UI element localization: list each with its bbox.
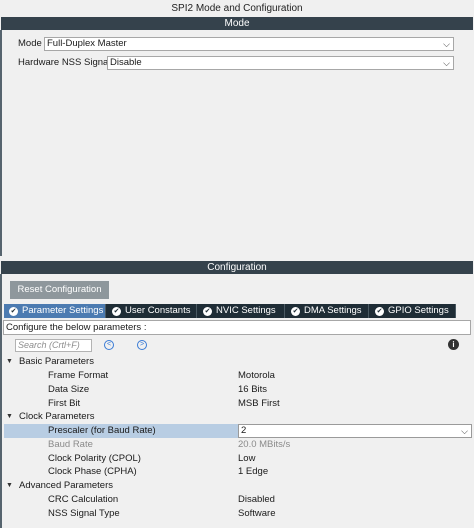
expand-caret-icon: ▼ [6, 413, 13, 420]
tab-label: GPIO Settings [388, 305, 449, 316]
mode-label: Mode [18, 38, 42, 49]
mode-select[interactable]: Full-Duplex Master ⌵ [44, 37, 454, 51]
param-name: Clock Polarity (CPOL) [48, 453, 141, 464]
param-row-clock-polarity[interactable]: Clock Polarity (CPOL) Low [4, 452, 470, 466]
group-name: Clock Parameters [19, 411, 95, 422]
reset-configuration-button[interactable]: Reset Configuration [10, 281, 109, 299]
param-row-nss-signal-type[interactable]: NSS Signal Type Software [4, 507, 470, 521]
configuration-panel-border [0, 274, 2, 528]
param-row-data-size[interactable]: Data Size 16 Bits [4, 383, 470, 397]
param-row-frame-format[interactable]: Frame Format Motorola [4, 369, 470, 383]
param-value: MSB First [238, 398, 280, 409]
check-icon: ✔ [375, 307, 384, 316]
info-icon[interactable]: i [448, 339, 459, 350]
param-name: Prescaler (for Baud Rate) [48, 425, 156, 436]
param-row-clock-phase[interactable]: Clock Phase (CPHA) 1 Edge [4, 465, 470, 479]
param-name: Clock Phase (CPHA) [48, 466, 137, 477]
nss-select[interactable]: Disable ⌵ [107, 56, 454, 70]
param-value: Motorola [238, 370, 275, 381]
param-value: 2 [241, 425, 247, 436]
tab-label: DMA Settings [304, 305, 362, 316]
prescaler-select[interactable]: 2 ⌵ [238, 424, 472, 438]
tab-user-constants[interactable]: ✔ User Constants [107, 304, 197, 318]
param-row-baud-rate: Baud Rate 20.0 MBits/s [4, 438, 470, 452]
chevron-down-icon: ⌵ [443, 58, 450, 68]
param-name: Data Size [48, 384, 90, 395]
tab-label: Parameter Settings [22, 305, 104, 316]
check-icon: ✔ [291, 307, 300, 316]
check-icon: ✔ [203, 307, 212, 316]
chevron-down-icon: ⌵ [443, 39, 450, 49]
group-name: Advanced Parameters [19, 480, 113, 491]
expand-caret-icon: ▼ [6, 358, 13, 365]
param-name: First Bit [48, 398, 81, 409]
param-row-crc-calculation[interactable]: CRC Calculation Disabled [4, 493, 470, 507]
collapse-all-icon[interactable]: > [137, 340, 147, 350]
param-name: Frame Format [48, 370, 109, 381]
nss-select-value: Disable [110, 57, 142, 68]
configure-text: Configure the below parameters : [3, 320, 471, 335]
param-name: CRC Calculation [48, 494, 119, 505]
check-icon: ✔ [9, 307, 18, 316]
param-name: NSS Signal Type [48, 508, 120, 519]
check-icon: ✔ [112, 307, 121, 316]
window-title: SPI2 Mode and Configuration [171, 3, 303, 14]
param-value: Low [238, 453, 256, 464]
param-row-prescaler[interactable]: Prescaler (for Baud Rate) 2 ⌵ [4, 424, 472, 438]
tab-nvic-settings[interactable]: ✔ NVIC Settings [198, 304, 285, 318]
param-value: Disabled [238, 494, 275, 505]
nss-label: Hardware NSS Signal [18, 57, 111, 68]
chevron-down-icon: ⌵ [461, 426, 468, 436]
param-value: 20.0 MBits/s [238, 439, 291, 450]
param-value: 1 Edge [238, 466, 269, 477]
mode-panel-border [0, 30, 2, 256]
search-input[interactable]: Search (Crtl+F) [15, 339, 92, 352]
tab-label: User Constants [125, 305, 191, 316]
param-value: 16 Bits [238, 384, 268, 395]
tab-label: NVIC Settings [216, 305, 276, 316]
group-name: Basic Parameters [19, 356, 94, 367]
tab-dma-settings[interactable]: ✔ DMA Settings [286, 304, 369, 318]
mode-select-value: Full-Duplex Master [47, 38, 127, 49]
param-name: Baud Rate [48, 439, 93, 450]
expand-all-icon[interactable]: < [104, 340, 114, 350]
tab-parameter-settings[interactable]: ✔ Parameter Settings [4, 304, 106, 318]
mode-section-header: Mode [1, 17, 473, 30]
expand-caret-icon: ▼ [6, 482, 13, 489]
configuration-section-header: Configuration [1, 261, 473, 274]
tab-gpio-settings[interactable]: ✔ GPIO Settings [370, 304, 456, 318]
param-value: Software [238, 508, 276, 519]
param-row-first-bit[interactable]: First Bit MSB First [4, 397, 470, 411]
